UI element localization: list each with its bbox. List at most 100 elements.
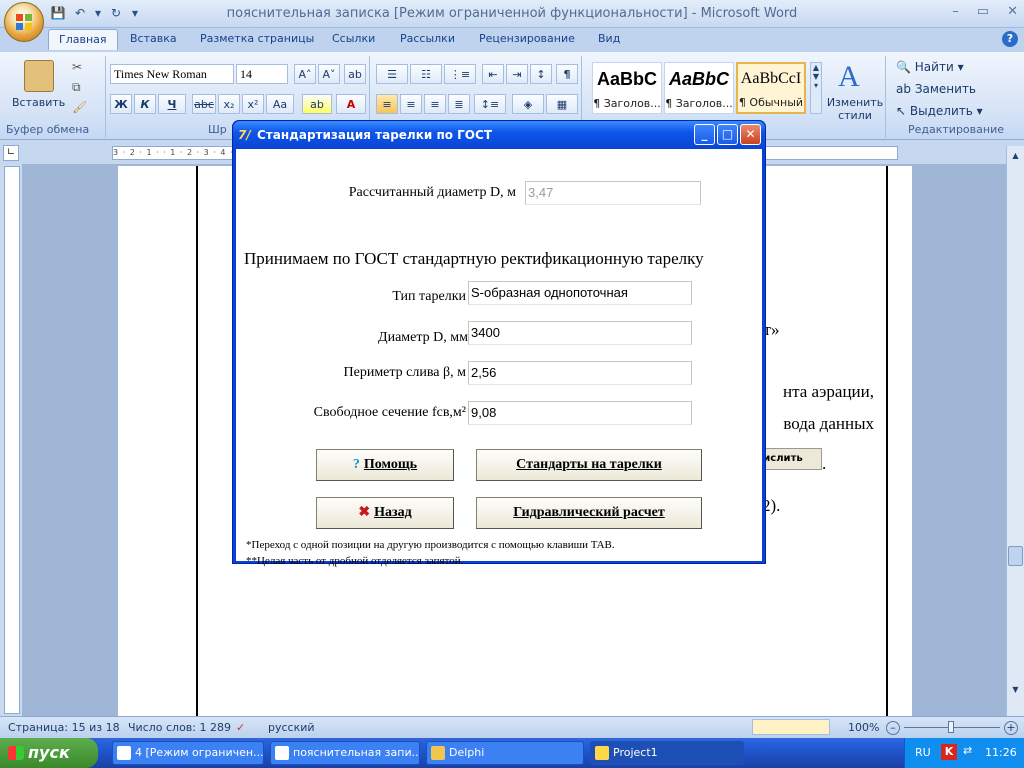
dialog-title: Стандартизация тарелки по ГОСТ <box>257 128 493 142</box>
styles-scroll[interactable]: ▲ ▼ ▾ <box>810 62 822 114</box>
taskbar-item-delphi[interactable]: Delphi <box>426 741 584 765</box>
tab-view[interactable]: Вид <box>598 32 620 45</box>
binoculars-icon: 🔍 <box>896 60 911 74</box>
superscript-icon[interactable]: x² <box>242 94 264 114</box>
close-button[interactable]: ✕ <box>1007 4 1018 19</box>
find-button[interactable]: 🔍 Найти ▾ <box>896 60 964 74</box>
decrease-indent-icon[interactable]: ⇤ <box>482 64 504 84</box>
zoom-out-icon[interactable]: – <box>886 721 900 735</box>
calc-diameter-label: Рассчитанный диаметр D, м <box>348 185 516 200</box>
tab-references[interactable]: Ссылки <box>332 32 375 45</box>
editing-group-label: Редактирование <box>908 123 1004 136</box>
scroll-up-icon[interactable]: ▲ <box>1008 148 1023 163</box>
perimeter-field[interactable]: 2,56 <box>468 361 692 385</box>
increase-indent-icon[interactable]: ⇥ <box>506 64 528 84</box>
style-heading-2[interactable]: AaBbC ¶ Заголов... <box>664 62 734 114</box>
shading-icon[interactable]: ◈ <box>512 94 544 114</box>
network-icon[interactable]: ⇄ <box>963 744 979 760</box>
style-normal[interactable]: AaBbCcI ¶ Обычный <box>736 62 806 114</box>
standards-button[interactable]: Стандарты на тарелки <box>476 449 702 481</box>
subscript-icon[interactable]: x₂ <box>218 94 240 114</box>
dialog-close-button[interactable]: ✕ <box>740 124 761 145</box>
tab-page-layout[interactable]: Разметка страницы <box>200 32 314 45</box>
dialog-maximize-button[interactable]: □ <box>717 124 738 145</box>
antivirus-icon[interactable]: K <box>941 744 957 760</box>
align-right-icon[interactable]: ≡ <box>424 94 446 114</box>
justify-icon[interactable]: ≣ <box>448 94 470 114</box>
dialog-minimize-button[interactable]: _ <box>694 124 715 145</box>
borders-icon[interactable]: ▦ <box>546 94 578 114</box>
hydraulic-calc-button[interactable]: Гидравлический расчет <box>476 497 702 529</box>
show-marks-icon[interactable]: ¶ <box>556 64 578 84</box>
tab-home[interactable]: Главная <box>48 29 118 50</box>
sort-icon[interactable]: ↕ <box>530 64 552 84</box>
tab-insert[interactable]: Вставка <box>130 32 177 45</box>
align-left-icon[interactable]: ≡ <box>376 94 398 114</box>
line-spacing-icon[interactable]: ↕≡ <box>474 94 506 114</box>
back-button[interactable]: ✖ Назад <box>316 497 454 529</box>
start-button[interactable]: пуск <box>0 738 98 768</box>
help-icon[interactable]: ? <box>1002 31 1018 47</box>
language-indicator[interactable]: русский <box>268 721 315 734</box>
taskbar-item-word-note[interactable]: пояснительная запи... <box>270 741 420 765</box>
zoom-in-icon[interactable]: + <box>1004 721 1018 735</box>
replace-button[interactable]: ab Заменить <box>896 82 976 96</box>
style-heading-1[interactable]: AaBbC ¶ Заголов... <box>592 62 662 114</box>
change-styles-button[interactable]: Изменить стили <box>824 96 886 122</box>
clock[interactable]: 11:26 <box>985 746 1017 759</box>
taskbar-item-word-doc4[interactable]: 4 [Режим ограничен... <box>112 741 264 765</box>
input-language[interactable]: RU <box>915 746 931 759</box>
taskbar-item-project1[interactable]: Project1 <box>590 741 744 765</box>
dialog-titlebar[interactable]: 7/ Стандартизация тарелки по ГОСТ _ □ ✕ <box>233 121 765 149</box>
tab-selector[interactable]: ∟ <box>3 145 19 161</box>
paste-button[interactable]: Вставить <box>12 96 65 109</box>
taskbar: пуск 4 [Режим ограничен... пояснительная… <box>0 738 1024 768</box>
scroll-down-icon[interactable]: ▼ <box>1008 682 1023 697</box>
change-styles-icon[interactable]: A <box>838 60 860 94</box>
help-button[interactable]: ? Помощь <box>316 449 454 481</box>
underline-icon[interactable]: Ч <box>158 94 186 114</box>
select-button[interactable]: ↖ Выделить ▾ <box>896 104 983 118</box>
clear-format-icon[interactable]: ab <box>344 64 366 84</box>
tray-type-field[interactable]: S-образная однопоточная <box>468 281 692 305</box>
editing-group: 🔍 Найти ▾ ab Заменить ↖ Выделить ▾ Редак… <box>890 56 1022 138</box>
italic-icon[interactable]: К <box>134 94 156 114</box>
proofing-icon[interactable]: ✓ <box>236 721 245 734</box>
scroll-thumb[interactable] <box>1008 546 1023 566</box>
font-color-icon[interactable]: A <box>336 94 366 114</box>
numbering-icon[interactable]: ☷ <box>410 64 442 84</box>
shrink-font-icon[interactable]: A˅ <box>318 64 340 84</box>
grow-font-icon[interactable]: A˄ <box>294 64 316 84</box>
word-count[interactable]: Число слов: 1 289 <box>128 721 231 734</box>
doc-text-fragment: . <box>822 454 827 473</box>
ribbon-tabs: Главная Вставка Разметка страницы Ссылки… <box>0 28 1024 52</box>
highlight-icon[interactable]: ab <box>302 94 332 114</box>
office-button[interactable] <box>4 2 44 42</box>
page-count[interactable]: Страница: 15 из 18 <box>8 721 120 734</box>
format-painter-icon[interactable]: 🖌 <box>72 100 87 114</box>
diameter-mm-field[interactable]: 3400 <box>468 321 692 345</box>
zoom-level[interactable]: 100% <box>848 721 879 734</box>
doc-text-fragment: вода данных <box>783 414 874 433</box>
zoom-slider-thumb[interactable] <box>948 721 954 733</box>
vertical-scrollbar[interactable]: ▲ ▼ <box>1006 146 1024 716</box>
free-section-label: Свободное сечение fсв,м² <box>313 405 466 420</box>
minimize-button[interactable]: – <box>952 4 959 19</box>
bold-icon[interactable]: Ж <box>110 94 132 114</box>
align-center-icon[interactable]: ≡ <box>400 94 422 114</box>
multilevel-list-icon[interactable]: ⋮≡ <box>444 64 476 84</box>
paste-icon[interactable] <box>24 60 54 92</box>
tab-review[interactable]: Рецензирование <box>479 32 575 45</box>
free-section-field[interactable]: 9,08 <box>468 401 692 425</box>
strikethrough-icon[interactable]: abc <box>192 94 216 114</box>
view-buttons[interactable] <box>752 719 830 735</box>
maximize-button[interactable]: ▭ <box>977 4 989 19</box>
change-case-icon[interactable]: Aa <box>266 94 294 114</box>
copy-icon[interactable]: ⧉ <box>72 80 81 95</box>
tab-mailings[interactable]: Рассылки <box>400 32 455 45</box>
cut-icon[interactable]: ✂ <box>72 60 82 74</box>
bullets-icon[interactable]: ☰ <box>376 64 408 84</box>
vertical-ruler[interactable] <box>4 166 20 714</box>
font-name-combo[interactable]: Times New Roman <box>110 64 234 84</box>
font-size-combo[interactable]: 14 <box>236 64 288 84</box>
